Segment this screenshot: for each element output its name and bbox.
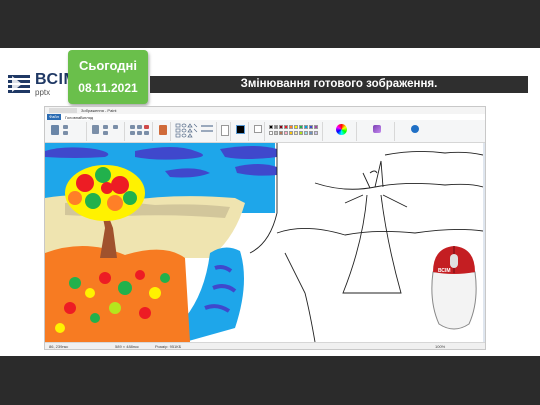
palette-swatch[interactable]: [274, 131, 278, 135]
brand-logo: ВСІМ pptx: [8, 71, 77, 99]
mouse-illustration: ВСІМ: [431, 246, 477, 330]
palette-swatch[interactable]: [299, 131, 303, 135]
tools-group: [127, 122, 153, 141]
brand-sub: pptx: [35, 88, 51, 97]
select-icon[interactable]: [92, 125, 99, 134]
palette-swatch[interactable]: [269, 125, 273, 129]
quick-access-toolbar[interactable]: [49, 108, 77, 113]
brush-icon[interactable]: [159, 125, 167, 135]
paint3d-group: [359, 122, 395, 141]
palette-swatch[interactable]: [269, 131, 273, 135]
status-selection: 589 × 488пкс: [115, 344, 139, 349]
mouse-brand: ВСІМ: [438, 268, 451, 274]
palette-swatch[interactable]: [309, 125, 313, 129]
palette-swatch[interactable]: [279, 131, 283, 135]
palette-swatch[interactable]: [279, 125, 283, 129]
palette-swatch[interactable]: [284, 131, 288, 135]
paint-titlebar: Зображення - Paint: [45, 107, 485, 114]
cloud-3: [220, 146, 277, 159]
today-label: Сьогодні: [78, 58, 138, 73]
slide-title: Змінювання готового зображення.: [150, 76, 528, 93]
clipboard-group: [47, 122, 87, 141]
color2-group: [251, 122, 265, 141]
paste-icon[interactable]: [51, 125, 59, 135]
shapes-group: [173, 122, 217, 141]
palette-swatch[interactable]: [294, 125, 298, 129]
text-icon[interactable]: [144, 125, 149, 129]
palette-swatch[interactable]: [294, 131, 298, 135]
rotate-icon[interactable]: [113, 125, 118, 129]
eraser-icon[interactable]: [130, 131, 135, 135]
color1-swatch[interactable]: [236, 125, 245, 134]
color1-group: [233, 122, 249, 141]
paint-window-title: Зображення - Paint: [81, 108, 117, 113]
size-icon[interactable]: [221, 125, 229, 136]
drawing-canvas[interactable]: [45, 143, 483, 342]
paint-statusbar: 86, 239пкс 589 × 488пкс Розмір: 951КБ 10…: [45, 342, 485, 349]
status-coords: 86, 239пкс: [49, 344, 69, 349]
palette-group: [267, 122, 323, 141]
edit-colors-icon[interactable]: [336, 124, 347, 135]
fill-icon[interactable]: [137, 125, 142, 129]
shapes-gallery-icon[interactable]: [173, 122, 217, 140]
palette-swatch[interactable]: [284, 125, 288, 129]
hill-region: [45, 245, 190, 342]
crop-icon[interactable]: [103, 125, 108, 129]
paint3d-icon[interactable]: [373, 125, 381, 133]
palette-swatch[interactable]: [299, 125, 303, 129]
water-region: [185, 247, 244, 342]
picker-icon[interactable]: [137, 131, 142, 135]
palette-swatch[interactable]: [289, 125, 293, 129]
pencil-icon[interactable]: [130, 125, 135, 129]
magnifier-icon[interactable]: [144, 131, 149, 135]
status-zoom: 100%: [435, 344, 446, 349]
image-group: [89, 122, 125, 141]
palette-swatch[interactable]: [304, 131, 308, 135]
paint-ribbon: [45, 120, 485, 143]
palette-swatch[interactable]: [314, 125, 318, 129]
today-date: 08.11.2021: [78, 81, 138, 95]
cut-icon[interactable]: [63, 125, 68, 129]
palette-swatch[interactable]: [289, 131, 293, 135]
bottom-band: [0, 356, 540, 405]
status-size: Розмір: 951КБ: [155, 344, 182, 349]
brushes-group: [155, 122, 171, 141]
brand-bars-icon: [8, 75, 30, 93]
top-band: [0, 0, 540, 48]
palette-swatch[interactable]: [314, 131, 318, 135]
copy-icon[interactable]: [63, 131, 68, 135]
product-alert-icon[interactable]: [411, 125, 419, 133]
edit-colors-group: [327, 122, 357, 141]
palette-swatch[interactable]: [274, 125, 278, 129]
paint-window: Зображення - Paint Файл Головна Вигляд 8…: [44, 106, 486, 350]
size-group: [219, 122, 231, 141]
tree-crown: [65, 165, 145, 221]
canvas-area: [45, 143, 485, 342]
palette-swatch[interactable]: [304, 125, 308, 129]
palette-swatch[interactable]: [309, 131, 313, 135]
product-alert-group: [397, 122, 433, 141]
resize-icon[interactable]: [103, 131, 108, 135]
today-badge: Сьогодні 08.11.2021: [68, 50, 148, 104]
color2-swatch[interactable]: [254, 125, 262, 133]
